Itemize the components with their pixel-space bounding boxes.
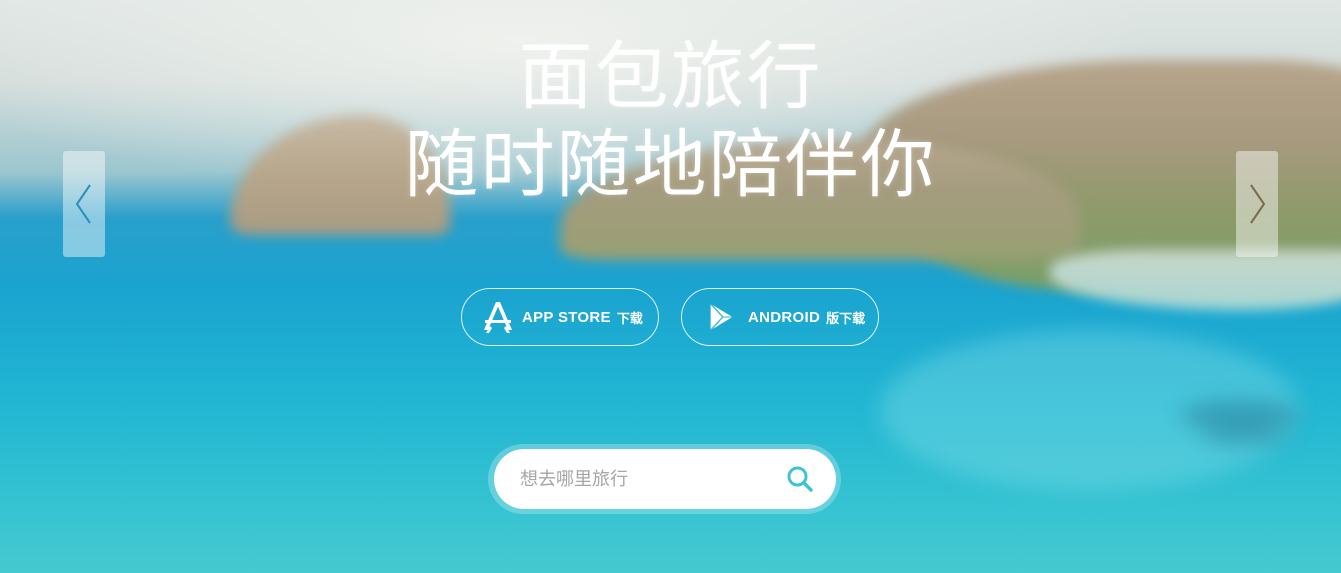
carousel-prev-button[interactable]	[63, 151, 105, 257]
shoreline	[1050, 250, 1341, 310]
app-store-download-button[interactable]: APP STORE 下载	[461, 288, 659, 346]
android-sub-label: 版下载	[826, 310, 866, 326]
google-play-icon	[708, 300, 740, 334]
search-icon[interactable]	[786, 465, 814, 493]
search-box	[494, 449, 836, 509]
hero-title: 面包旅行	[518, 34, 823, 120]
search-input[interactable]	[518, 467, 786, 491]
chevron-left-icon	[75, 184, 91, 224]
hero-banner: 面包旅行 随时随地陪伴你 APP STORE 下载 ANDROID 版下载 想去…	[0, 0, 1341, 573]
android-download-button[interactable]: ANDROID 版下载	[681, 288, 879, 346]
app-store-sub-label: 下载	[616, 310, 643, 326]
carousel-next-button[interactable]	[1236, 151, 1278, 257]
app-store-icon	[482, 300, 514, 334]
app-store-label: APP STORE	[522, 308, 611, 326]
water-ripple	[1200, 425, 1290, 445]
chevron-right-icon	[1250, 184, 1266, 224]
hero-subtitle: 随时随地陪伴你	[404, 122, 937, 208]
android-label: ANDROID	[748, 308, 821, 326]
